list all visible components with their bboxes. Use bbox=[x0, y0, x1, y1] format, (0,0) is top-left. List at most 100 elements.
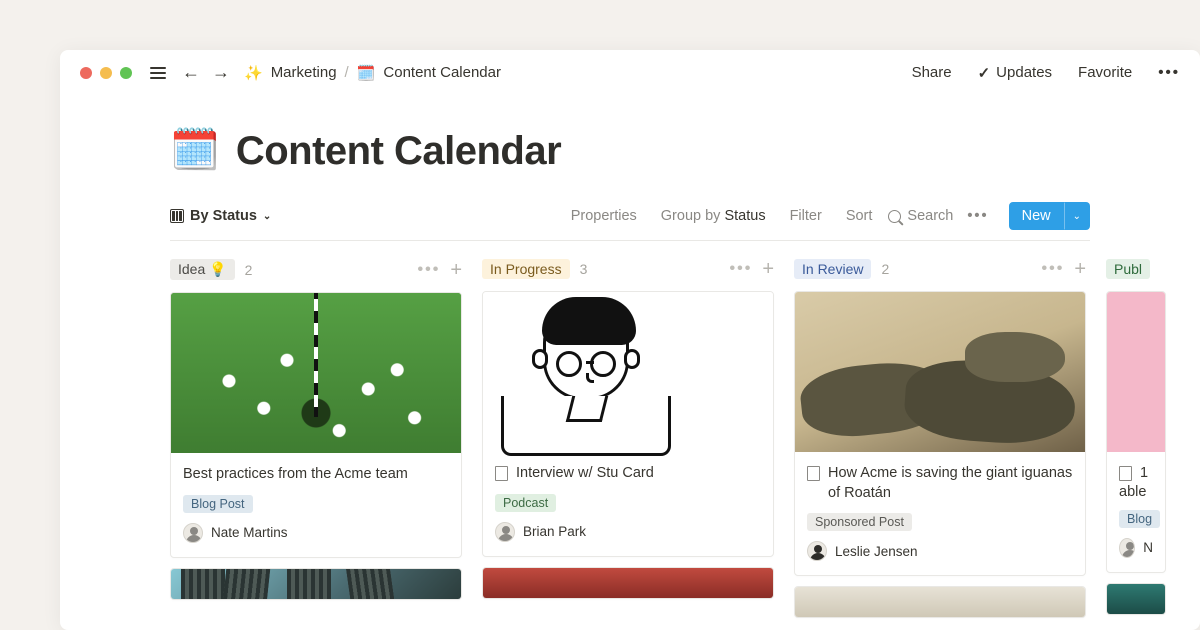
properties-button[interactable]: Properties bbox=[563, 208, 645, 224]
column-label[interactable]: In Review bbox=[794, 259, 871, 279]
card-item[interactable] bbox=[170, 568, 462, 600]
column-in-progress: In Progress 3 ••• + bbox=[482, 259, 774, 628]
card-cover-image bbox=[483, 568, 773, 598]
card-item[interactable] bbox=[1106, 583, 1166, 615]
card-author: N bbox=[1143, 540, 1153, 555]
traffic-lights bbox=[80, 67, 132, 79]
card-cover-image bbox=[1107, 292, 1165, 452]
search-label: Search bbox=[907, 208, 953, 224]
avatar-icon bbox=[495, 522, 515, 542]
share-button[interactable]: Share bbox=[912, 64, 952, 81]
column-count: 3 bbox=[580, 261, 588, 277]
column-more-icon[interactable]: ••• bbox=[418, 261, 441, 279]
card-author: Brian Park bbox=[523, 524, 586, 539]
card-item[interactable] bbox=[482, 567, 774, 599]
card-cover-image bbox=[795, 587, 1085, 617]
card-tag: Podcast bbox=[495, 494, 556, 512]
page-title[interactable]: Content Calendar bbox=[236, 129, 561, 174]
page-more-icon[interactable]: ••• bbox=[1158, 64, 1180, 81]
page-header: 🗓️ Content Calendar By Status ⌄ Properti… bbox=[60, 95, 1200, 241]
column-in-review: In Review 2 ••• + How Acme is saving the… bbox=[794, 259, 1086, 628]
column-add-icon[interactable]: + bbox=[1074, 262, 1086, 276]
column-more-icon[interactable]: ••• bbox=[730, 260, 753, 278]
chevron-down-icon: ⌄ bbox=[263, 211, 271, 222]
updates-label: Updates bbox=[996, 64, 1052, 81]
card-item[interactable] bbox=[794, 586, 1086, 618]
updates-button[interactable]: ✓ Updates bbox=[978, 64, 1052, 82]
check-icon: ✓ bbox=[978, 64, 991, 82]
card-tag: Blog bbox=[1119, 510, 1160, 528]
document-icon bbox=[1119, 466, 1132, 481]
view-selector[interactable]: By Status ⌄ bbox=[170, 208, 271, 224]
sort-button[interactable]: Sort bbox=[838, 208, 881, 224]
breadcrumb-separator: / bbox=[345, 64, 349, 81]
column-header: In Progress 3 ••• + bbox=[482, 259, 774, 279]
board-view-icon bbox=[170, 209, 184, 223]
card-title: Interview w/ Stu Card bbox=[516, 464, 654, 484]
column-add-icon[interactable]: + bbox=[450, 263, 462, 277]
sparkle-icon: ✨ bbox=[244, 64, 263, 82]
card-author: Leslie Jensen bbox=[835, 544, 918, 559]
close-window-icon[interactable] bbox=[80, 67, 92, 79]
app-window: ← → ✨ Marketing / 🗓️ Content Calendar Sh… bbox=[60, 50, 1200, 630]
document-icon bbox=[807, 466, 820, 481]
sidebar-toggle-icon[interactable] bbox=[150, 67, 166, 79]
forward-button[interactable]: → bbox=[210, 62, 232, 83]
card-item[interactable]: 1 able Blog N bbox=[1106, 291, 1166, 573]
column-header: In Review 2 ••• + bbox=[794, 259, 1086, 279]
maximize-window-icon[interactable] bbox=[120, 67, 132, 79]
breadcrumb-parent[interactable]: Marketing bbox=[271, 64, 337, 81]
card-cover-image bbox=[483, 292, 773, 452]
card-cover-image bbox=[795, 292, 1085, 452]
database-viewbar: By Status ⌄ Properties Group by Status F… bbox=[170, 202, 1090, 241]
search-icon bbox=[888, 210, 901, 223]
document-icon bbox=[495, 466, 508, 481]
avatar-icon bbox=[1119, 538, 1135, 558]
group-by-value: Status bbox=[724, 208, 765, 224]
card-title: 1 bbox=[1140, 464, 1148, 484]
favorite-button[interactable]: Favorite bbox=[1078, 64, 1132, 81]
column-idea: Idea 💡 2 ••• + Best practices from the A… bbox=[170, 259, 462, 628]
window-topbar: ← → ✨ Marketing / 🗓️ Content Calendar Sh… bbox=[60, 50, 1200, 95]
card-cover-image bbox=[171, 569, 461, 599]
new-button-group: New ⌄ bbox=[1009, 202, 1090, 230]
column-label[interactable]: Publ bbox=[1106, 259, 1150, 279]
filter-button[interactable]: Filter bbox=[782, 208, 830, 224]
card-tag: Sponsored Post bbox=[807, 513, 912, 531]
calendar-icon: 🗓️ bbox=[357, 64, 376, 82]
new-dropdown-button[interactable]: ⌄ bbox=[1064, 202, 1090, 230]
column-more-icon[interactable]: ••• bbox=[1042, 260, 1065, 278]
column-add-icon[interactable]: + bbox=[762, 262, 774, 276]
column-count: 2 bbox=[245, 262, 253, 278]
column-label[interactable]: In Progress bbox=[482, 259, 570, 279]
new-button[interactable]: New bbox=[1009, 202, 1064, 230]
page-emoji-icon[interactable]: 🗓️ bbox=[170, 126, 220, 173]
group-by-button[interactable]: Group by Status bbox=[653, 208, 774, 224]
column-label-text: Idea bbox=[178, 261, 205, 277]
card-item[interactable]: Interview w/ Stu Card Podcast Brian Park bbox=[482, 291, 774, 557]
column-published: Publ 1 able Blog N bbox=[1106, 259, 1166, 628]
kanban-board: Idea 💡 2 ••• + Best practices from the A… bbox=[60, 241, 1200, 628]
chevron-down-icon: ⌄ bbox=[1073, 211, 1081, 222]
search-button[interactable]: Search bbox=[888, 208, 953, 224]
card-cover-image bbox=[171, 293, 461, 453]
card-item[interactable]: Best practices from the Acme team Blog P… bbox=[170, 292, 462, 558]
back-button[interactable]: ← bbox=[180, 62, 202, 83]
lightbulb-icon: 💡 bbox=[209, 261, 226, 277]
group-by-prefix: Group by bbox=[661, 208, 721, 224]
card-item[interactable]: How Acme is saving the giant iguanas of … bbox=[794, 291, 1086, 576]
card-author: Nate Martins bbox=[211, 525, 288, 540]
column-header: Idea 💡 2 ••• + bbox=[170, 259, 462, 280]
column-header: Publ bbox=[1106, 259, 1166, 279]
card-title-line2: able bbox=[1119, 484, 1153, 500]
card-title: Best practices from the Acme team bbox=[183, 465, 408, 485]
card-title: How Acme is saving the giant iguanas of … bbox=[828, 464, 1073, 503]
view-name: By Status bbox=[190, 208, 257, 224]
avatar-icon bbox=[807, 541, 827, 561]
card-tag: Blog Post bbox=[183, 495, 253, 513]
avatar-icon bbox=[183, 523, 203, 543]
breadcrumb-page[interactable]: Content Calendar bbox=[383, 64, 501, 81]
column-label[interactable]: Idea 💡 bbox=[170, 259, 235, 280]
viewbar-more-icon[interactable]: ••• bbox=[961, 208, 994, 224]
minimize-window-icon[interactable] bbox=[100, 67, 112, 79]
